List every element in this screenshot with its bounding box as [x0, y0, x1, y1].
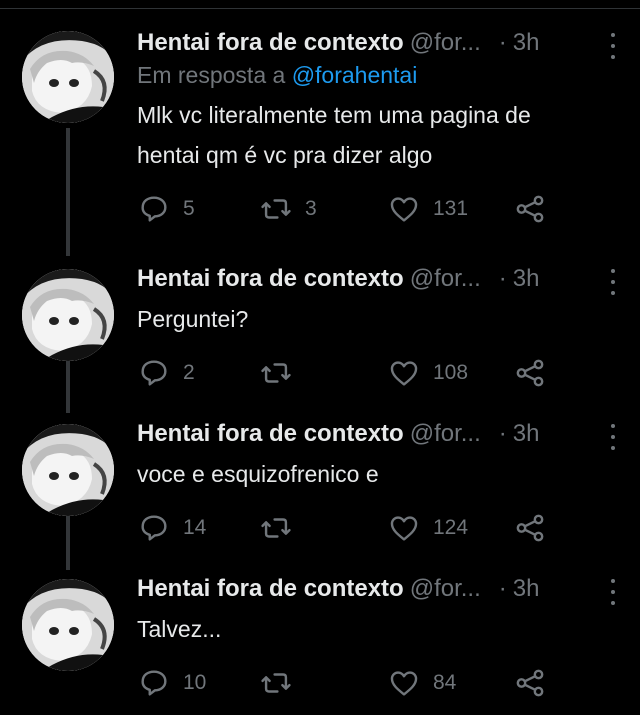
share-button[interactable]	[513, 511, 547, 545]
like-icon	[390, 361, 418, 386]
like-button[interactable]: 108	[387, 356, 513, 390]
retweet-icon	[261, 199, 291, 219]
like-icon	[390, 671, 418, 696]
tweet-actions: 5 3 131	[137, 189, 622, 229]
like-count: 131	[433, 197, 469, 220]
separator-dot: ·	[498, 265, 507, 292]
top-divider	[0, 0, 640, 9]
timestamp[interactable]: 3h	[513, 573, 540, 605]
reply-icon	[141, 515, 167, 541]
separator-dot: ·	[498, 575, 507, 602]
tweet-actions: 10 84	[137, 663, 622, 703]
like-icon	[390, 516, 418, 541]
tweet[interactable]: Hentai fora de contexto @for... · 3h Per…	[0, 259, 640, 414]
like-count: 124	[433, 516, 469, 539]
share-button[interactable]	[513, 356, 547, 390]
tweet-text-line: hentai qm é vc pra dizer algo	[137, 142, 433, 168]
like-button[interactable]: 124	[387, 511, 513, 545]
timestamp[interactable]: 3h	[513, 27, 540, 59]
tweet-text-line: Mlk vc literalmente tem uma pagina de	[137, 102, 531, 128]
avatar[interactable]	[22, 31, 114, 123]
share-icon	[516, 514, 544, 542]
reply-button[interactable]: 5	[137, 192, 259, 226]
tweet[interactable]: Hentai fora de contexto @for... · 3h voc…	[0, 414, 640, 569]
more-icon[interactable]	[610, 33, 616, 59]
retweet-button[interactable]	[259, 511, 387, 545]
reply-button[interactable]: 10	[137, 666, 259, 700]
tweet-actions: 2 108	[137, 353, 622, 393]
reply-count: 14	[183, 516, 207, 539]
separator-dot: ·	[498, 29, 507, 56]
retweet-button[interactable]	[259, 666, 387, 700]
reply-icon	[141, 670, 167, 696]
like-count: 84	[433, 671, 457, 694]
reply-icon	[141, 196, 167, 222]
handle[interactable]: @for...	[410, 27, 481, 59]
tweet-text: Talvez...	[137, 609, 622, 649]
reply-icon	[141, 360, 167, 386]
reply-context: Em resposta a @forahentai	[137, 59, 622, 91]
tweet-text-line: Talvez...	[137, 616, 222, 642]
reply-prefix: Em resposta a	[137, 62, 286, 88]
display-name[interactable]: Hentai fora de contexto	[137, 418, 404, 450]
reply-count: 5	[183, 197, 195, 220]
like-count: 108	[433, 361, 469, 384]
retweet-button[interactable]: 3	[259, 192, 387, 226]
retweet-icon	[261, 518, 291, 538]
share-button[interactable]	[513, 666, 547, 700]
share-button[interactable]	[513, 192, 547, 226]
tweet-text-line: Perguntei?	[137, 306, 249, 332]
avatar[interactable]	[22, 269, 114, 361]
like-button[interactable]: 131	[387, 192, 513, 226]
tweet[interactable]: Hentai fora de contexto @for... · 3h Em …	[0, 9, 640, 259]
retweet-icon	[261, 673, 291, 693]
like-button[interactable]: 84	[387, 666, 513, 700]
display-name[interactable]: Hentai fora de contexto	[137, 27, 404, 59]
separator-dot: ·	[498, 420, 507, 447]
reply-button[interactable]: 2	[137, 356, 259, 390]
share-icon	[516, 669, 544, 697]
timestamp[interactable]: 3h	[513, 418, 540, 450]
retweet-icon	[261, 363, 291, 383]
handle[interactable]: @for...	[410, 418, 481, 450]
more-icon[interactable]	[610, 269, 616, 295]
share-icon	[516, 359, 544, 387]
avatar[interactable]	[22, 579, 114, 671]
retweet-count: 3	[305, 197, 317, 220]
timestamp[interactable]: 3h	[513, 263, 540, 295]
display-name[interactable]: Hentai fora de contexto	[137, 573, 404, 605]
avatar[interactable]	[22, 424, 114, 516]
handle[interactable]: @for...	[410, 263, 481, 295]
retweet-button[interactable]	[259, 356, 387, 390]
more-icon[interactable]	[610, 424, 616, 450]
tweet-actions: 14 124	[137, 508, 622, 548]
reply-handle-link[interactable]: @forahentai	[292, 62, 418, 88]
share-icon	[516, 195, 544, 223]
more-icon[interactable]	[610, 579, 616, 605]
tweet-text: Mlk vc literalmente tem uma pagina de he…	[137, 95, 622, 175]
tweet-text-line: voce e esquizofrenico e	[137, 461, 379, 487]
reply-count: 10	[183, 671, 207, 694]
tweet[interactable]: Hentai fora de contexto @for... · 3h Tal…	[0, 569, 640, 715]
tweet-text: voce e esquizofrenico e	[137, 454, 622, 494]
reply-button[interactable]: 14	[137, 511, 259, 545]
tweet-text: Perguntei?	[137, 299, 622, 339]
display-name[interactable]: Hentai fora de contexto	[137, 263, 404, 295]
handle[interactable]: @for...	[410, 573, 481, 605]
reply-count: 2	[183, 361, 195, 384]
like-icon	[390, 197, 418, 222]
